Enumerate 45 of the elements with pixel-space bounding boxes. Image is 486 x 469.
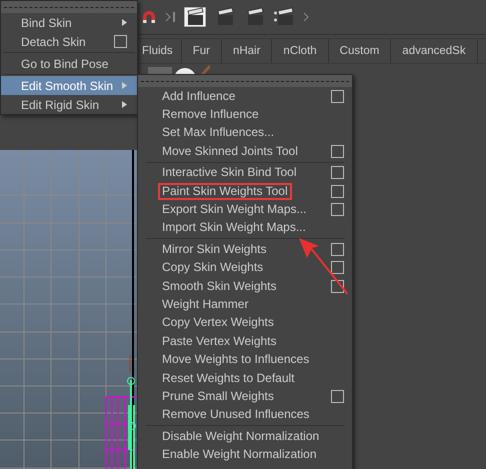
clapboard-icon[interactable] — [274, 7, 296, 27]
menu-item[interactable]: Reset Weights to Default — [158, 370, 299, 387]
menu-item[interactable]: Remove Influence — [158, 106, 263, 124]
menu-item[interactable]: Paint Skin Weights Tool — [158, 182, 292, 200]
option-box[interactable] — [331, 90, 344, 103]
shelf-tab[interactable]: Custom — [328, 39, 392, 63]
menu-item[interactable]: Set Max Influences... — [158, 124, 278, 142]
option-box[interactable] — [331, 166, 344, 180]
option-box[interactable] — [331, 242, 344, 256]
option-box[interactable] — [114, 35, 127, 48]
clapboard-icon[interactable] — [184, 7, 206, 27]
menu-item[interactable]: Go to Bind Pose — [1, 54, 137, 73]
menu-item[interactable]: Detach Skin — [1, 32, 137, 51]
menu-item[interactable]: Move Weights to Influences — [158, 351, 314, 368]
option-box[interactable] — [331, 390, 344, 403]
menu-item[interactable]: Bind Skin — [1, 13, 137, 32]
menu-item[interactable]: Add Influence — [158, 88, 240, 105]
submenu-arrow-icon — [122, 82, 127, 89]
shelf-tab[interactable]: Fur — [182, 39, 222, 63]
option-box[interactable] — [331, 203, 344, 216]
menu-item[interactable]: Import Skin Weight Maps... — [158, 219, 310, 236]
shelf-tab[interactable]: nCloth — [272, 39, 329, 63]
menu-item[interactable]: Disable Weight Normalization — [158, 428, 324, 445]
menu-item[interactable]: Remove Unused Influences — [158, 406, 314, 424]
menu-item[interactable]: Interactive Skin Bind Tool — [158, 164, 301, 182]
menu-item[interactable]: Mirror Skin Weights — [158, 240, 270, 258]
menu-item[interactable]: Paste Vertex Weights — [158, 332, 281, 350]
menu-item[interactable]: Copy Vertex Weights — [158, 314, 278, 332]
menu-item[interactable]: Weight Hammer — [158, 296, 252, 313]
submenu-arrow-icon — [122, 101, 127, 108]
menu-item[interactable]: Export Skin Weight Maps... — [158, 201, 311, 218]
shelf-tab[interactable]: nHair — [222, 39, 272, 63]
menu-item[interactable]: Smooth Skin Weights — [158, 278, 280, 295]
shelf-tab[interactable]: advancedSk — [391, 39, 478, 63]
menu-item[interactable]: Prune Small Weights — [158, 388, 278, 405]
menu-item[interactable]: Enable Weight Normalization — [158, 446, 321, 464]
annotation-arrow — [297, 236, 349, 296]
menu-item[interactable]: Edit Rigid Skin — [1, 95, 137, 114]
menu-item[interactable]: Move Skinned Joints Tool — [158, 142, 302, 160]
option-box[interactable] — [331, 144, 344, 158]
submenu-arrow-icon — [122, 19, 127, 26]
menu-item[interactable]: Copy Skin Weights — [158, 259, 268, 276]
magnet-icon[interactable] — [140, 8, 158, 26]
menu-item[interactable]: Edit Smooth Skin — [1, 76, 137, 95]
option-box[interactable] — [331, 184, 344, 198]
